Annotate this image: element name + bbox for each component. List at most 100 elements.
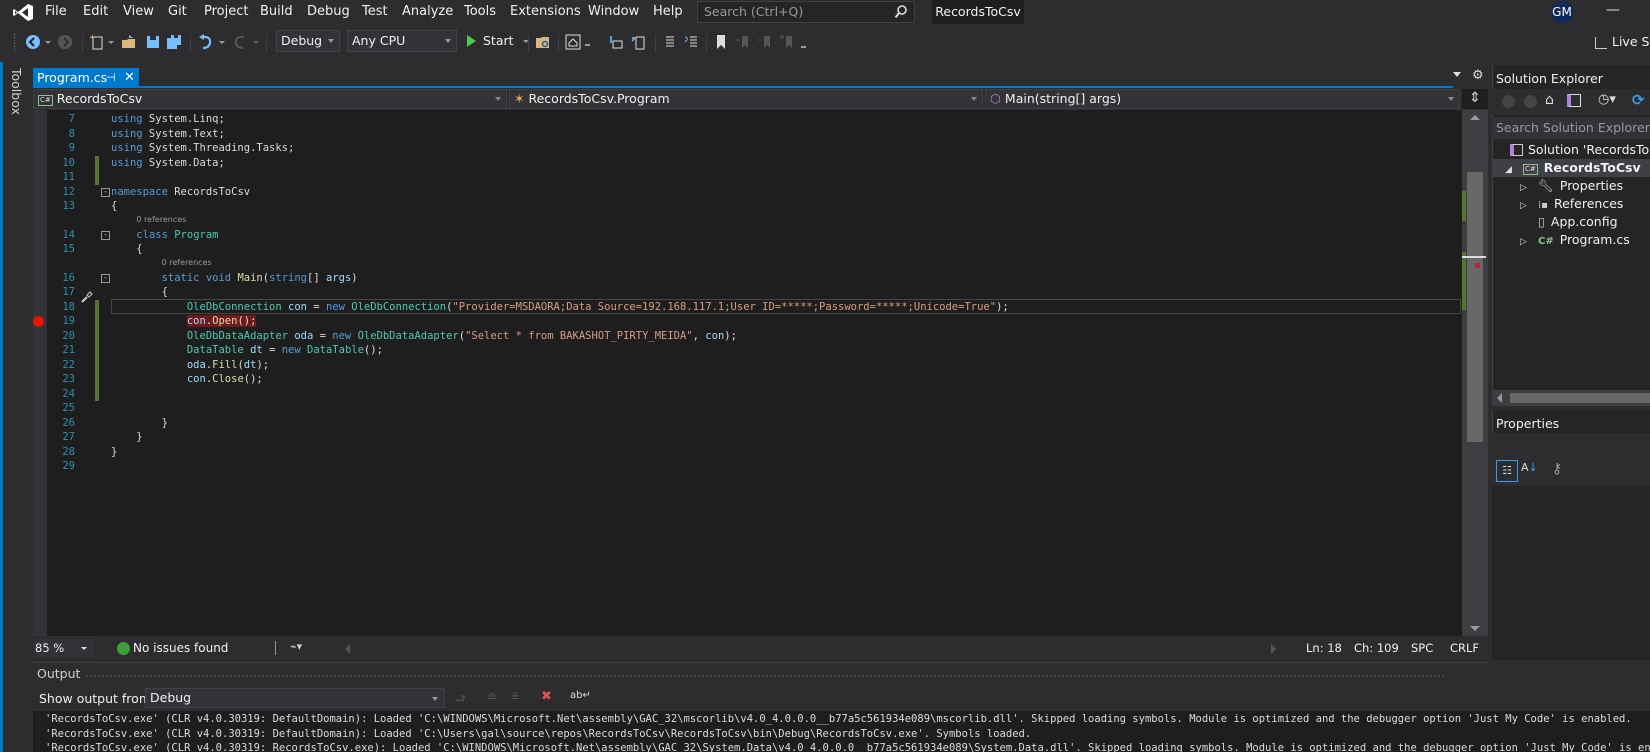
config-file-icon: ▯ — [1538, 214, 1545, 229]
scroll-right-icon[interactable] — [1271, 644, 1276, 654]
scrollbar-thumb[interactable] — [1510, 393, 1650, 403]
line-number: 9 — [68, 142, 75, 154]
scroll-up-icon[interactable] — [1470, 115, 1480, 120]
breakpoint-icon[interactable] — [33, 316, 44, 327]
scroll-down-icon[interactable] — [1470, 626, 1480, 631]
output-source-value: Debug — [150, 690, 192, 705]
properties-object-selector[interactable] — [1492, 433, 1650, 458]
code-token: Close — [212, 373, 244, 385]
clear-all-icon[interactable]: ✖ — [541, 689, 552, 704]
gear-icon[interactable]: ⚙ — [1472, 68, 1484, 83]
output-line: 'RecordsToCsv.exe' (CLR v4.0.30319: Defa… — [45, 727, 1032, 740]
csharp-project-icon: C# — [1523, 164, 1538, 175]
solution-explorer-search-input[interactable]: Search Solution Explorer (Ctrl+;) — [1492, 117, 1650, 139]
tree-item[interactable]: ▷ C# Program.cs — [1520, 231, 1630, 249]
code-line[interactable]: } — [111, 445, 117, 460]
sync-icon[interactable]: ⟳ — [1632, 91, 1645, 109]
property-pages-key-icon[interactable]: ⚷ — [1552, 461, 1562, 477]
next-message-icon[interactable]: ≗ — [510, 690, 520, 704]
collapse-icon[interactable]: - — [101, 187, 110, 197]
scroll-left-icon[interactable] — [1497, 393, 1502, 403]
scroll-left-icon[interactable] — [345, 644, 350, 654]
code-line[interactable]: using System.Linq; — [111, 112, 225, 127]
code-line[interactable]: { — [111, 199, 117, 214]
collapse-icon[interactable]: - — [101, 273, 110, 283]
code-token: { — [111, 200, 118, 212]
spacing-status[interactable]: SPC — [1411, 639, 1433, 657]
tree-item-label: Solution 'RecordsToCsv' (1 of 1 project) — [1528, 142, 1650, 157]
line-ending-status[interactable]: CRLF — [1450, 639, 1479, 657]
code-token: ); — [724, 329, 737, 342]
previous-message-icon[interactable]: ≘ — [487, 690, 497, 704]
tree-item-label: References — [1553, 196, 1624, 211]
code-line[interactable]: { — [111, 285, 168, 300]
tree-item-label: Program.cs — [1559, 232, 1630, 247]
code-line[interactable]: using System.Text; — [111, 127, 225, 142]
output-text[interactable]: 'RecordsToCsv.exe' (CLR v4.0.30319: Defa… — [33, 711, 1650, 752]
code-line[interactable]: namespace RecordsToCsv — [111, 185, 250, 200]
codelens-references[interactable]: 0 references — [162, 258, 212, 268]
code-line[interactable]: class Program — [111, 228, 218, 243]
code-line[interactable]: } — [111, 416, 168, 431]
code-token: , — [692, 329, 706, 342]
code-line[interactable]: { — [111, 242, 142, 257]
code-token: string — [269, 271, 308, 284]
tree-item[interactable]: ◢ C# RecordsToCsv — [1505, 159, 1641, 177]
alphabetical-sort-icon[interactable]: A↓ — [1521, 461, 1538, 474]
switch-views-icon[interactable] — [1567, 94, 1581, 107]
go-to-line-icon[interactable]: ⮐ — [455, 690, 466, 711]
code-line[interactable]: oda.Fill(dt); — [111, 358, 269, 373]
line-number: 23 — [62, 373, 75, 385]
code-token: new — [281, 344, 301, 356]
pending-changes-filter-icon[interactable]: ◷▾ — [1598, 92, 1616, 107]
collapse-icon[interactable]: - — [101, 230, 110, 240]
output-source-select[interactable]: Debug — [145, 688, 445, 708]
issues-status[interactable]: No issues found — [133, 639, 228, 657]
minimize-button[interactable]: — — [1606, 2, 1620, 20]
code-token: (); — [243, 373, 263, 385]
code-token: = — [313, 329, 333, 342]
codelens-references[interactable]: 0 references — [136, 215, 186, 225]
code-cleanup-broom-icon[interactable]: ⌁▾ — [290, 640, 302, 653]
chevron-down-icon — [432, 697, 438, 701]
code-line[interactable]: con.Close(); — [111, 372, 263, 387]
code-token: OleDbDataAdapter — [357, 329, 459, 342]
categorized-icon[interactable]: ☷ — [1496, 460, 1518, 482]
line-number: 15 — [62, 243, 75, 255]
tree-item[interactable]: Solution 'RecordsToCsv' (1 of 1 project) — [1510, 141, 1650, 159]
user-avatar[interactable]: GM — [1551, 1, 1573, 23]
code-line[interactable]: static void Main(string[] args) — [111, 271, 358, 286]
line-number-status[interactable]: Ln: 18 — [1306, 639, 1342, 657]
word-wrap-icon[interactable]: ab↵ — [570, 690, 591, 701]
code-line[interactable]: using System.Threading.Tasks; — [111, 141, 294, 156]
tree-item[interactable]: ▯ App.config — [1520, 213, 1618, 231]
change-marker — [1462, 191, 1466, 221]
scrollbar-thumb[interactable] — [1467, 172, 1483, 442]
code-line[interactable]: DataTable dt = new DataTable(); — [111, 343, 383, 358]
tree-item[interactable]: ▷ ⁞▪ References — [1520, 195, 1623, 213]
panel-grip[interactable] — [85, 674, 1445, 678]
code-line[interactable]: } — [111, 430, 142, 445]
properties-grid — [1492, 486, 1650, 660]
code-line[interactable]: con.Open(); — [111, 314, 257, 329]
split-window-button[interactable]: ⇕ — [1462, 89, 1488, 109]
home-icon[interactable]: ⌂ — [1545, 92, 1554, 108]
expander-icon[interactable]: ◢ — [1505, 161, 1513, 179]
code-line[interactable]: using System.Data; — [111, 156, 225, 171]
tree-item[interactable]: ▷ 🔧︎ Properties — [1520, 177, 1623, 195]
code-line[interactable]: OleDbDataAdapter oda = new OleDbDataAdap… — [111, 329, 737, 344]
code-token: "Select * from BAKASHOT_PIRTY_MEIDA" — [465, 329, 693, 342]
forward-icon[interactable] — [1524, 95, 1537, 108]
quick-actions-screwdriver-icon[interactable] — [80, 290, 94, 304]
back-icon[interactable] — [1502, 95, 1515, 108]
live-share-button[interactable]: Live Share — [1595, 34, 1650, 49]
tree-item-label: App.config — [1550, 214, 1618, 229]
zoom-level-select[interactable]: 85 % — [33, 639, 93, 657]
char-number-status[interactable]: Ch: 109 — [1354, 639, 1399, 657]
output-title: Output — [37, 666, 81, 681]
expander-icon[interactable]: ▷ — [1520, 233, 1528, 251]
line-number: 14 — [62, 228, 75, 241]
code-layer: 7 using System.Linq; 8 using System.Text; 9 u… — [0, 0, 1460, 640]
